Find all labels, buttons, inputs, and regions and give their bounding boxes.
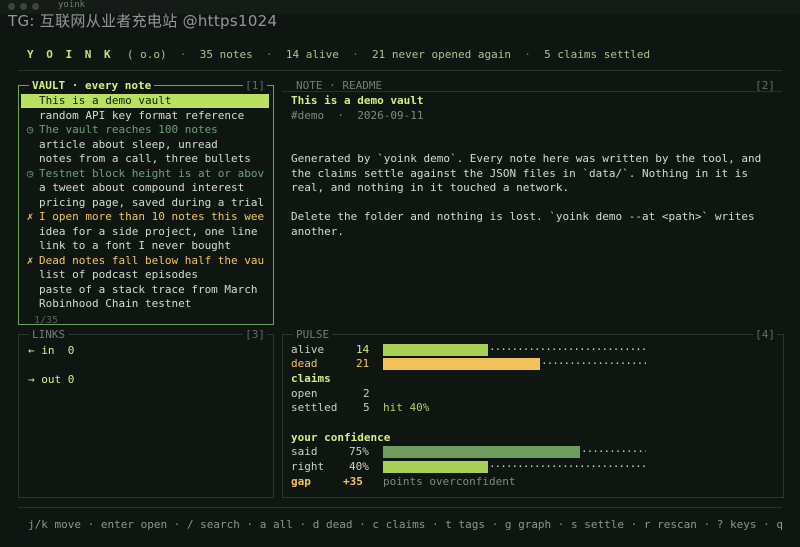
dead-value: 21 [356,357,370,370]
said-value: 75% [349,445,369,458]
open-value: 2 [363,387,370,400]
links-panel-number: [3] [243,328,267,341]
note-list-item-title: link to a font I never bought [39,239,232,252]
cross-icon: ✗ [26,210,34,223]
claims-heading: claims [291,372,331,385]
note-list-item[interactable]: ✗ Dead notes fall below half the vau [21,254,269,268]
right-bar [383,461,488,473]
confidence-heading: your confidence [291,431,391,444]
note-list-item[interactable]: This is a demo vault [21,94,269,108]
keybinding-help: j/k move · enter open · / search · a all… [28,518,783,531]
dead-label: dead [291,357,318,370]
note-list-item[interactable]: a tweet about compound interest [21,181,269,195]
alive-value: 14 [356,343,370,356]
close-window-icon[interactable] [8,3,15,10]
pulse-panel-title: PULSE [293,328,333,341]
note-list-item[interactable]: random API key format reference [21,109,269,123]
note-list-item[interactable]: notes from a call, three bullets [21,152,269,166]
app-mascot: ( o.o) [126,48,167,61]
note-panel-border [282,91,782,92]
note-list-item-title: The vault reaches 100 notes [39,123,218,136]
note-list-item-title: Robinhood Chain testnet [39,297,192,310]
note-list-item-title: I open more than 10 notes this wee [39,210,265,223]
note-list-item-title: list of podcast episodes [39,268,198,281]
minimize-window-icon[interactable] [20,3,27,10]
note-list-item[interactable]: ◷ Testnet block height is at or abov [21,167,269,181]
gap-text: points overconfident [383,475,516,488]
note-meta: #demo · 2026-09-11 [291,109,424,122]
window-title: yoink [58,0,86,10]
note-list-item-title: Testnet block height is at or abov [39,166,265,180]
note-body: Generated by `yoink demo`. Every note he… [291,152,781,254]
dead-bar-track: ········································… [541,357,646,370]
notes-count: 35 notes [199,48,253,61]
note-paragraph: Generated by `yoink demo`. Every note he… [291,152,762,194]
maximize-window-icon[interactable] [32,3,39,10]
status-bar: Y O I N K ( o.o) · 35 notes · 14 alive ·… [27,48,651,61]
said-bar-track: ········································… [581,445,646,458]
said-bar [383,446,580,458]
note-list-item-title: notes from a call, three bullets [39,152,251,165]
open-label: open [291,387,318,400]
note-list-item-title: idea for a side project, one line [39,224,258,238]
note-list-item-title: random API key format reference [39,108,245,122]
note-counter: 1/35 [34,315,59,326]
note-date: 2026-09-11 [357,109,424,122]
links-in[interactable]: ← in 0 [28,344,74,357]
note-list-item[interactable]: ◷ The vault reaches 100 notes [21,123,269,137]
note-list-item-title: paste of a stack trace from March [39,282,258,296]
note-list-item-title: pricing page, saved during a trial [39,195,265,209]
note-list-item-title: Dead notes fall below half the vau [39,253,265,267]
gap-label: gap [291,475,311,488]
pulse-panel-number: [4] [753,328,777,341]
note-list-item[interactable]: link to a font I never bought [21,239,269,253]
note-paragraph: Delete the folder and nothing is lost. `… [291,210,755,238]
alive-bar [383,344,488,356]
note-list-item[interactable]: Robinhood Chain testnet [21,297,269,311]
links-out[interactable]: → out 0 [28,373,74,386]
top-divider [18,70,782,71]
right-label: right [291,460,325,473]
note-list-item-title: This is a demo vault [39,94,172,107]
note-list-item[interactable]: paste of a stack trace from March [21,283,269,297]
clock-icon: ◷ [26,123,34,136]
hit-rate: hit 40% [383,401,430,414]
settled-count: 5 claims settled [544,48,651,61]
vault-panel-title: VAULT · every note [29,79,155,92]
never-opened-count: 21 never opened again [371,48,512,61]
cross-icon: ✗ [26,253,34,267]
right-bar-track: ········································… [489,460,646,473]
said-label: said [291,445,318,458]
note-list-item[interactable]: idea for a side project, one line [21,225,269,239]
gap-value: +35 [343,475,363,488]
dead-bar [383,358,540,370]
vault-panel-number: [1] [243,79,267,92]
watermark: TG: 互联网从业者充电站 @https1024 [8,12,278,30]
note-list-item-title: a tweet about compound interest [39,181,245,194]
settled-label: settled [291,401,338,414]
note-list-item[interactable]: ✗ I open more than 10 notes this wee [21,210,269,224]
clock-icon: ◷ [26,166,34,180]
bottom-divider [18,507,782,508]
note-list-item[interactable]: article about sleep, unread [21,138,269,152]
note-tag[interactable]: #demo [291,109,324,122]
alive-label: alive [291,343,325,356]
alive-count: 14 alive [285,48,339,61]
links-panel-title: LINKS [29,328,69,341]
note-list-item[interactable]: list of podcast episodes [21,268,269,282]
note-list-item-title: article about sleep, unread [39,137,218,151]
settled-value: 5 [363,401,370,414]
app-logo: Y O I N K [27,48,114,61]
note-title: This is a demo vault [291,94,424,107]
alive-bar-track: ········································… [489,343,646,356]
note-list-item[interactable]: pricing page, saved during a trial [21,196,269,210]
links-panel[interactable]: LINKS [3] [18,328,274,498]
right-value: 40% [349,460,369,473]
